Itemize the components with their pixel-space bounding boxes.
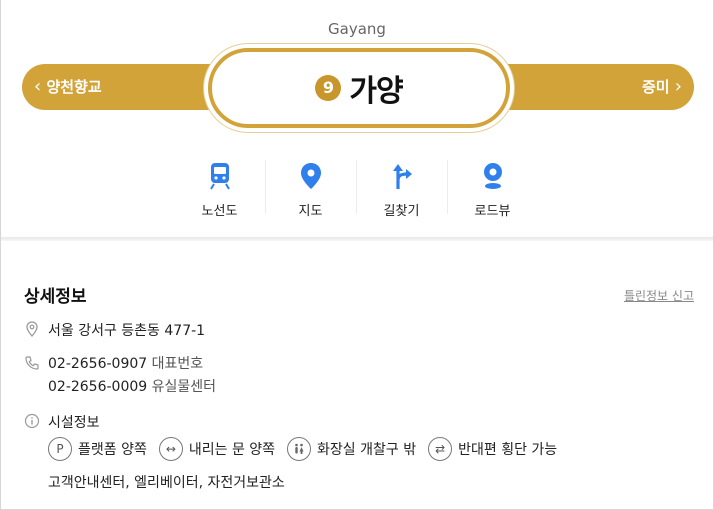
facilities-extra: 고객안내센터, 엘리베이터, 자전거보관소 bbox=[48, 475, 285, 491]
prev-station-button[interactable]: ‹ 양천향교 bbox=[34, 64, 102, 110]
facility-item: ↔ 내리는 문 양쪽 bbox=[158, 437, 276, 461]
phone-main[interactable]: 02-2656-0907 대표번호 bbox=[48, 353, 203, 373]
line-number-badge: 9 bbox=[315, 75, 342, 101]
cross-over-icon: ⇄ bbox=[428, 437, 453, 461]
report-error-link[interactable]: 틀린정보 신고 bbox=[624, 287, 694, 304]
facility-label: 화장실 개찰구 밖 bbox=[317, 442, 417, 458]
current-station-badge: 9 가양 bbox=[208, 48, 510, 128]
facility-item: P 플랫폼 양쪽 bbox=[48, 437, 147, 461]
map-pin-icon bbox=[300, 163, 321, 189]
phone-lost-found[interactable]: 02-2656-0009 유실물센터 bbox=[48, 376, 216, 396]
station-actions: 노선도 지도 길찾기 로드뷰 bbox=[174, 158, 538, 219]
facility-item: 화장실 개찰구 밖 bbox=[287, 437, 416, 461]
station-english-name: Gayang bbox=[328, 20, 386, 38]
station-name: 가양 bbox=[349, 74, 403, 109]
both-doors-icon: ↔ bbox=[158, 437, 183, 461]
location-icon bbox=[26, 321, 38, 337]
phone-kind: 대표번호 bbox=[151, 356, 204, 372]
chevron-left-icon: ‹ bbox=[34, 76, 42, 97]
facility-label: 내리는 문 양쪽 bbox=[188, 442, 276, 458]
map-button[interactable]: 지도 bbox=[265, 158, 356, 219]
roadview-label: 로드뷰 bbox=[474, 204, 511, 219]
roadview-icon bbox=[483, 163, 502, 189]
directions-label: 길찾기 bbox=[383, 204, 420, 219]
next-station-button[interactable]: 증미 › bbox=[642, 64, 682, 110]
chevron-right-icon: › bbox=[674, 76, 682, 97]
facility-label: 플랫폼 양쪽 bbox=[78, 442, 147, 458]
details-title: 상세정보 bbox=[24, 287, 87, 307]
info-icon bbox=[24, 413, 40, 429]
restroom-icon bbox=[287, 437, 312, 461]
platform-icon: P bbox=[48, 437, 72, 461]
facility-item: ⇄ 반대편 횡단 가능 bbox=[428, 437, 557, 461]
next-station-label: 증미 bbox=[641, 78, 670, 96]
facilities-list: P 플랫폼 양쪽 ↔ 내리는 문 양쪽 화장실 개찰구 밖 ⇄ 반대편 횡단 가… bbox=[48, 437, 569, 461]
directions-icon bbox=[392, 164, 412, 189]
section-divider bbox=[1, 237, 713, 241]
phone-number: 02-2656-0009 bbox=[48, 379, 148, 395]
map-label: 지도 bbox=[298, 204, 323, 219]
route-map-label: 노선도 bbox=[201, 204, 238, 219]
prev-station-label: 양천향교 bbox=[46, 78, 102, 96]
station-address: 서울 강서구 등촌동 477-1 bbox=[48, 323, 206, 339]
directions-button[interactable]: 길찾기 bbox=[356, 158, 447, 219]
phone-kind: 유실물센터 bbox=[151, 379, 217, 395]
train-icon bbox=[209, 163, 230, 190]
facility-label: 반대편 횡단 가능 bbox=[458, 442, 558, 458]
phone-number: 02-2656-0907 bbox=[48, 356, 148, 372]
roadview-button[interactable]: 로드뷰 bbox=[447, 158, 538, 219]
phone-icon bbox=[25, 356, 39, 370]
route-map-button[interactable]: 노선도 bbox=[174, 158, 265, 219]
facilities-title: 시설정보 bbox=[48, 415, 100, 431]
